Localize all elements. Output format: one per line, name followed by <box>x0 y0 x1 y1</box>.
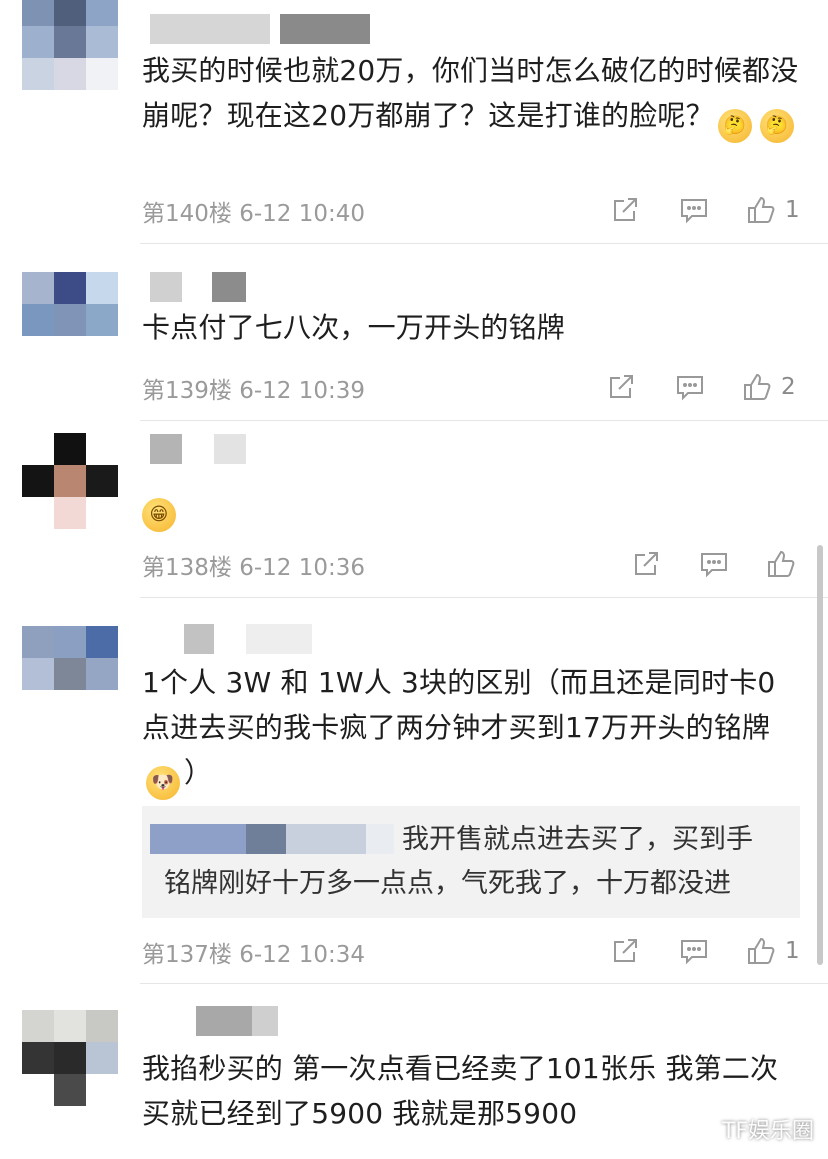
thumbs-up-icon <box>748 937 775 964</box>
comment-actions: 2 <box>0 367 828 407</box>
quote-line-1: 我开售就点进去买了，买到手 <box>150 818 778 862</box>
share-icon <box>610 375 633 398</box>
like-button[interactable]: 1 <box>745 931 800 971</box>
like-count: 2 <box>781 374 796 400</box>
share-icon <box>635 552 658 575</box>
comment-icon <box>677 376 703 401</box>
like-button[interactable]: 1 <box>745 190 800 230</box>
scrollbar[interactable] <box>817 545 823 965</box>
reply-button[interactable] <box>679 190 709 230</box>
comment-icon <box>701 553 727 578</box>
comment-icon <box>681 199 707 224</box>
divider <box>140 243 828 244</box>
quote-username-redacted <box>150 824 396 854</box>
comment-text: 卡点付了七八次，一万开头的铭牌 <box>142 311 566 344</box>
comment-actions: 1 <box>0 931 828 971</box>
thumbs-up-icon <box>748 196 775 223</box>
thumbs-up-icon <box>744 373 771 400</box>
doge-emoji-icon: 🐶 <box>146 766 180 800</box>
divider <box>140 983 828 984</box>
comment-text: 😁 <box>142 482 802 532</box>
avatar[interactable] <box>22 626 118 722</box>
thinking-emoji-icon: 🤔 <box>759 109 794 143</box>
comment-text: 1个人 3W 和 1W人 3块的区别（而且还是同时卡0点进去买的我卡疯了两分钟才… <box>142 660 792 800</box>
divider <box>140 597 828 598</box>
avatar[interactable] <box>22 433 118 529</box>
like-count: 1 <box>785 938 800 964</box>
divider <box>140 420 828 421</box>
avatar[interactable] <box>22 272 118 368</box>
comment-text: 我买的时候也就20万，你们当时怎么破亿的时候都没崩呢？现在这20万都崩了？这是打… <box>142 48 802 143</box>
comment-actions: 1 <box>0 190 828 230</box>
like-button[interactable] <box>765 544 805 584</box>
like-count: 1 <box>785 197 800 223</box>
avatar[interactable] <box>22 0 118 90</box>
reply-button[interactable] <box>699 544 729 584</box>
reply-button[interactable] <box>675 367 705 407</box>
share-button[interactable] <box>631 544 661 584</box>
thumbs-up-icon <box>768 550 795 577</box>
watermark: TF娱乐圈 <box>721 1119 814 1144</box>
share-icon <box>614 198 637 221</box>
reply-button[interactable] <box>679 931 709 971</box>
comment-text: 我掐秒买的 第一次点看已经卖了101张乐 我第二次买就已经到了5900 我就是那… <box>142 1052 779 1130</box>
share-icon <box>614 939 637 962</box>
comment-actions <box>0 544 828 584</box>
share-button[interactable] <box>610 190 640 230</box>
quote-line-2: 铭牌刚好十万多一点点，气死我了，十万都没进 <box>164 868 731 899</box>
like-button[interactable]: 2 <box>741 367 796 407</box>
avatar[interactable] <box>22 1010 118 1106</box>
quoted-reply[interactable]: 我开售就点进去买了，买到手 铭牌刚好十万多一点点，气死我了，十万都没进 <box>142 806 800 918</box>
thinking-emoji-icon: 🤔 <box>717 109 752 143</box>
comment-icon <box>681 940 707 965</box>
grin-emoji-icon: 😁 <box>142 498 176 532</box>
share-button[interactable] <box>606 367 636 407</box>
share-button[interactable] <box>610 931 640 971</box>
